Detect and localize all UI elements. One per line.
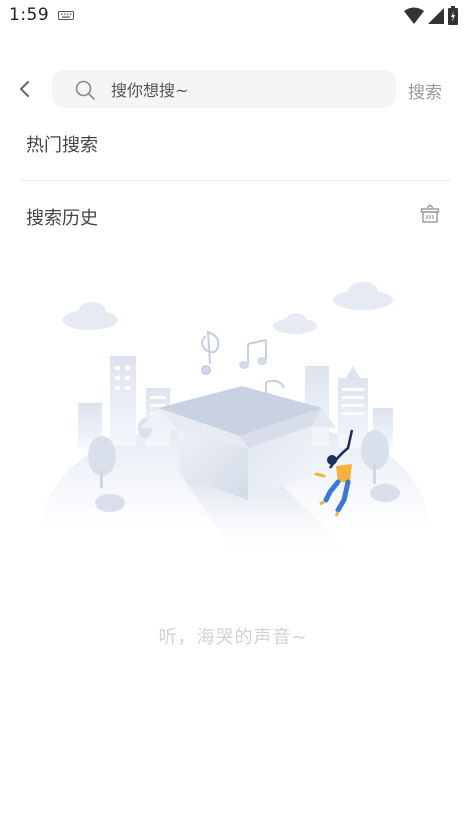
clear-history-trash-icon[interactable] xyxy=(420,204,440,224)
search-box[interactable] xyxy=(52,70,396,110)
search-button[interactable]: 搜索 xyxy=(408,78,442,103)
status-bar: 1:59 xyxy=(0,0,466,32)
search-input[interactable] xyxy=(109,70,383,110)
status-time: 1:59 xyxy=(9,5,50,25)
divider xyxy=(21,180,450,181)
battery-icon xyxy=(448,6,458,25)
search-header: 搜索 xyxy=(0,66,466,112)
cloud-icon xyxy=(62,282,393,334)
search-history-title: 搜索历史 xyxy=(26,208,98,229)
back-chevron-icon[interactable] xyxy=(14,78,36,100)
keyboard-icon xyxy=(58,11,74,20)
search-icon xyxy=(75,80,95,100)
hot-search-title: 热门搜索 xyxy=(26,135,98,156)
empty-state-text: 听，海哭的声音~ xyxy=(158,627,308,648)
signal-icon xyxy=(428,7,444,24)
empty-state-illustration xyxy=(40,282,430,563)
wifi-icon xyxy=(404,7,424,24)
